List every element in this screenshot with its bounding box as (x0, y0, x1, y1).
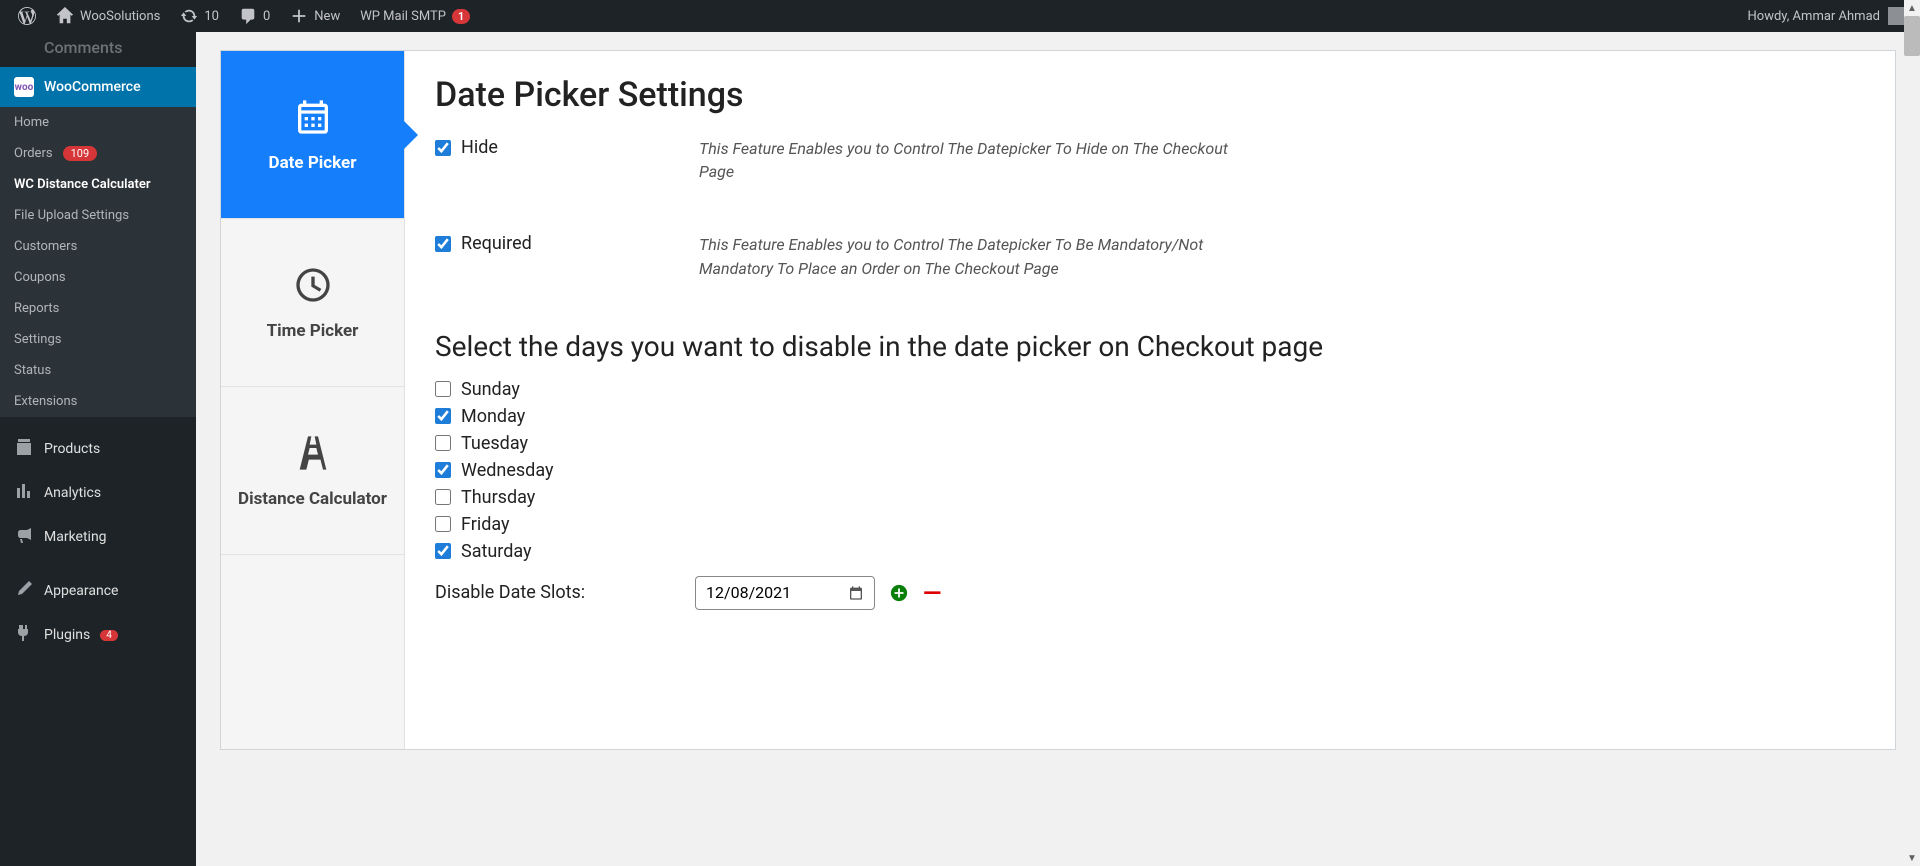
saturday-checkbox[interactable] (435, 543, 451, 559)
hide-label: Hide (461, 137, 498, 158)
remove-date-button[interactable]: — (923, 581, 941, 605)
tuesday-checkbox[interactable] (435, 435, 451, 451)
sidebar-sub-customers[interactable]: Customers (0, 231, 196, 262)
sidebar-sub-wc-distance[interactable]: WC Distance Calculater (0, 169, 196, 200)
sidebar-item-analytics[interactable]: Analytics (0, 471, 196, 515)
friday-checkbox[interactable] (435, 516, 451, 532)
wordpress-logo-icon (18, 7, 36, 25)
sidebar-sub-extensions[interactable]: Extensions (0, 386, 196, 417)
scroll-down-arrow-icon[interactable]: ▼ (1904, 850, 1920, 866)
field-hide: Hide This Feature Enables you to Control… (435, 137, 1865, 183)
day-tuesday: Tuesday (435, 433, 1865, 454)
archive-icon (14, 437, 34, 461)
scroll-thumb[interactable] (1904, 16, 1920, 56)
date-value: 12/08/2021 (706, 583, 791, 602)
tab-distance-calc[interactable]: Distance Calculator (221, 387, 404, 555)
new-label: New (314, 9, 340, 24)
monday-checkbox[interactable] (435, 408, 451, 424)
tab-time-picker-label: Time Picker (267, 321, 359, 341)
calendar-icon (293, 97, 333, 137)
scroll-up-arrow-icon[interactable]: ▲ (1904, 0, 1920, 16)
disable-date-row: Disable Date Slots: 12/08/2021 — (435, 576, 1865, 610)
plus-icon (290, 7, 308, 25)
chart-icon (14, 481, 34, 505)
plus-circle-icon (890, 584, 908, 602)
settings-tabs: Date Picker Time Picker Distance Calcula… (221, 51, 405, 749)
orders-badge: 109 (63, 146, 98, 161)
thursday-checkbox[interactable] (435, 489, 451, 505)
page-title: Date Picker Settings (435, 75, 1865, 115)
sidebar-item-appearance[interactable]: Appearance (0, 569, 196, 613)
sidebar-sub-home[interactable]: Home (0, 107, 196, 138)
scrollbar[interactable]: ▲ ▼ (1904, 0, 1920, 866)
updates-count: 10 (204, 9, 219, 24)
comment-icon (239, 7, 257, 25)
sidebar-sub-status[interactable]: Status (0, 355, 196, 386)
sidebar-sub-orders[interactable]: Orders 109 (0, 138, 196, 169)
sidebar-sub-file-upload[interactable]: File Upload Settings (0, 200, 196, 231)
sunday-checkbox[interactable] (435, 381, 451, 397)
hide-description: This Feature Enables you to Control The … (699, 137, 1249, 183)
megaphone-icon (14, 525, 34, 549)
comments-link[interactable]: 0 (229, 0, 280, 32)
disable-date-input[interactable]: 12/08/2021 (695, 576, 875, 610)
howdy-text: Howdy, Ammar Ahmad (1748, 9, 1880, 24)
tab-distance-calc-label: Distance Calculator (238, 489, 387, 509)
day-wednesday: Wednesday (435, 460, 1865, 481)
road-icon (293, 433, 333, 473)
wp-mail-smtp-label: WP Mail SMTP (360, 9, 446, 24)
field-required: Required This Feature Enables you to Con… (435, 233, 1865, 279)
sidebar-item-products[interactable]: Products (0, 427, 196, 471)
admin-bar: WooSolutions 10 0 New WP Mail SMTP 1 Howd… (0, 0, 1920, 32)
plugins-badge: 4 (100, 630, 118, 641)
sidebar-sub-reports[interactable]: Reports (0, 293, 196, 324)
plug-icon (14, 623, 34, 647)
day-thursday: Thursday (435, 487, 1865, 508)
main-content: Date Picker Time Picker Distance Calcula… (196, 32, 1920, 866)
home-icon (56, 7, 74, 25)
days-heading: Select the days you want to disable in t… (435, 330, 1865, 363)
woocommerce-icon: woo (14, 77, 34, 97)
day-saturday: Saturday (435, 541, 1865, 562)
tab-date-picker-label: Date Picker (269, 153, 357, 173)
wp-mail-smtp-link[interactable]: WP Mail SMTP 1 (350, 0, 480, 32)
admin-bar-right[interactable]: Howdy, Ammar Ahmad (1748, 7, 1912, 25)
required-description: This Feature Enables you to Control The … (699, 233, 1249, 279)
disable-date-label: Disable Date Slots: (435, 582, 681, 603)
new-link[interactable]: New (280, 0, 350, 32)
site-name: WooSolutions (80, 9, 160, 24)
day-friday: Friday (435, 514, 1865, 535)
sidebar-item-plugins[interactable]: Plugins 4 (0, 613, 196, 657)
required-checkbox[interactable] (435, 236, 451, 252)
hide-checkbox[interactable] (435, 140, 451, 156)
sidebar-item-marketing[interactable]: Marketing (0, 515, 196, 559)
wp-logo[interactable] (8, 0, 46, 32)
admin-bar-left: WooSolutions 10 0 New WP Mail SMTP 1 (8, 0, 480, 32)
updates-link[interactable]: 10 (170, 0, 229, 32)
sidebar-item-comments-truncated[interactable]: Comments (0, 32, 196, 67)
woocommerce-label: WooCommerce (44, 79, 141, 95)
site-link[interactable]: WooSolutions (46, 0, 170, 32)
sidebar-sub-coupons[interactable]: Coupons (0, 262, 196, 293)
day-sunday: Sunday (435, 379, 1865, 400)
sidebar-sub-settings[interactable]: Settings (0, 324, 196, 355)
add-date-button[interactable] (889, 583, 909, 603)
brush-icon (14, 579, 34, 603)
tab-time-picker[interactable]: Time Picker (221, 219, 404, 387)
clock-icon (293, 265, 333, 305)
comments-count: 0 (263, 9, 270, 24)
calendar-small-icon (848, 585, 864, 601)
refresh-icon (180, 7, 198, 25)
sidebar-item-woocommerce[interactable]: woo WooCommerce (0, 67, 196, 107)
settings-card: Date Picker Time Picker Distance Calcula… (220, 50, 1896, 750)
day-monday: Monday (435, 406, 1865, 427)
tab-date-picker[interactable]: Date Picker (221, 51, 404, 219)
wednesday-checkbox[interactable] (435, 462, 451, 478)
wp-mail-smtp-badge: 1 (452, 9, 470, 24)
required-label: Required (461, 233, 532, 254)
settings-body: Date Picker Settings Hide This Feature E… (405, 51, 1895, 749)
admin-sidebar: Comments woo WooCommerce Home Orders 109… (0, 32, 196, 866)
